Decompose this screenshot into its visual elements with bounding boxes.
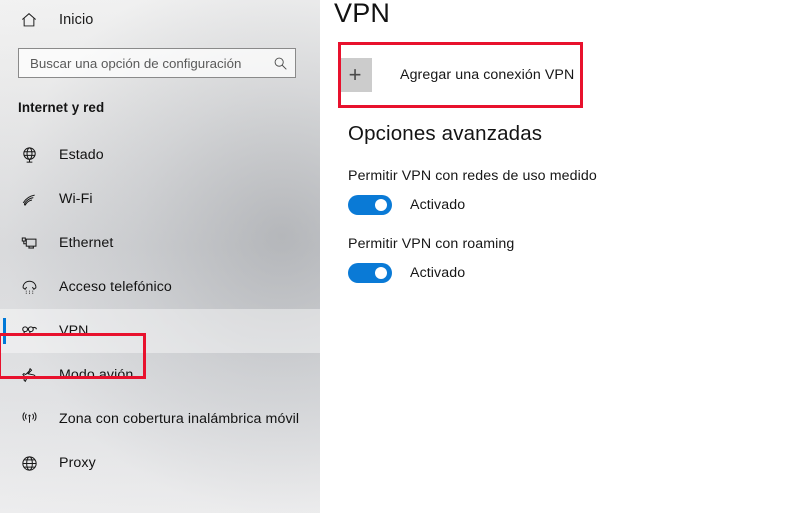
sidebar-item-zona-cobertura-label: Zona con cobertura inalámbrica móvil xyxy=(59,411,300,427)
setting-metered-networks-label: Permitir VPN con redes de uso medido xyxy=(348,168,597,184)
sidebar-item-modo-avion[interactable]: Modo avión xyxy=(0,353,320,397)
wifi-icon xyxy=(18,188,40,210)
dialup-phone-icon xyxy=(18,276,40,298)
sidebar-item-ethernet[interactable]: Ethernet xyxy=(0,221,320,265)
sidebar-item-home-label: Inicio xyxy=(59,12,94,28)
content-panel: VPN + Agregar una conexión VPN Opciones … xyxy=(320,0,793,513)
sidebar-item-zona-cobertura[interactable]: Zona con cobertura inalámbrica móvil xyxy=(0,397,320,441)
toggle-knob xyxy=(375,267,387,279)
page-title: VPN xyxy=(334,0,391,28)
sidebar-item-wifi[interactable]: Wi-Fi xyxy=(0,177,320,221)
setting-metered-networks: Permitir VPN con redes de uso medido Act… xyxy=(348,168,793,215)
search-icon[interactable] xyxy=(272,55,288,71)
add-vpn-connection-label: Agregar una conexión VPN xyxy=(400,67,575,83)
sidebar-item-vpn-label: VPN xyxy=(59,323,89,339)
sidebar-item-proxy-label: Proxy xyxy=(59,455,96,471)
plus-icon: + xyxy=(338,58,372,92)
sidebar-item-modo-avion-label: Modo avión xyxy=(59,367,134,383)
sidebar-item-estado[interactable]: Estado xyxy=(0,133,320,177)
sidebar-nav-list: Estado Wi-Fi Ethernet Acceso telefónico … xyxy=(0,133,320,485)
toggle-roaming[interactable] xyxy=(348,263,392,283)
sidebar-group-title: Internet y red xyxy=(18,100,105,115)
sidebar-item-vpn[interactable]: VPN xyxy=(0,309,320,353)
advanced-options-title: Opciones avanzadas xyxy=(348,122,543,145)
search-input[interactable] xyxy=(30,55,272,71)
search-box[interactable] xyxy=(18,48,296,78)
sidebar-item-estado-label: Estado xyxy=(59,147,104,163)
sidebar-item-acceso-telefonico[interactable]: Acceso telefónico xyxy=(0,265,320,309)
setting-roaming-label: Permitir VPN con roaming xyxy=(348,236,515,252)
toggle-metered-networks-state: Activado xyxy=(410,197,466,213)
add-vpn-connection-button[interactable]: + Agregar una conexión VPN xyxy=(334,52,793,98)
globe-icon xyxy=(18,452,40,474)
sidebar-item-ethernet-label: Ethernet xyxy=(59,235,114,251)
status-globe-icon xyxy=(18,144,40,166)
sidebar: Inicio Internet y red xyxy=(0,0,320,513)
toggle-roaming-state: Activado xyxy=(410,265,466,281)
settings-window: Inicio Internet y red xyxy=(0,0,793,513)
toggle-knob xyxy=(375,199,387,211)
sidebar-item-acceso-telefonico-label: Acceso telefónico xyxy=(59,279,172,295)
sidebar-item-wifi-label: Wi-Fi xyxy=(59,191,93,207)
ethernet-icon xyxy=(18,232,40,254)
home-icon xyxy=(18,9,40,31)
sidebar-item-home[interactable]: Inicio xyxy=(0,0,320,40)
sidebar-item-proxy[interactable]: Proxy xyxy=(0,441,320,485)
airplane-icon xyxy=(18,364,40,386)
hotspot-icon xyxy=(18,408,40,430)
setting-roaming: Permitir VPN con roaming Activado xyxy=(348,236,793,283)
setting-metered-networks-row: Activado xyxy=(348,195,793,215)
setting-roaming-row: Activado xyxy=(348,263,793,283)
vpn-icon xyxy=(18,320,40,342)
toggle-metered-networks[interactable] xyxy=(348,195,392,215)
